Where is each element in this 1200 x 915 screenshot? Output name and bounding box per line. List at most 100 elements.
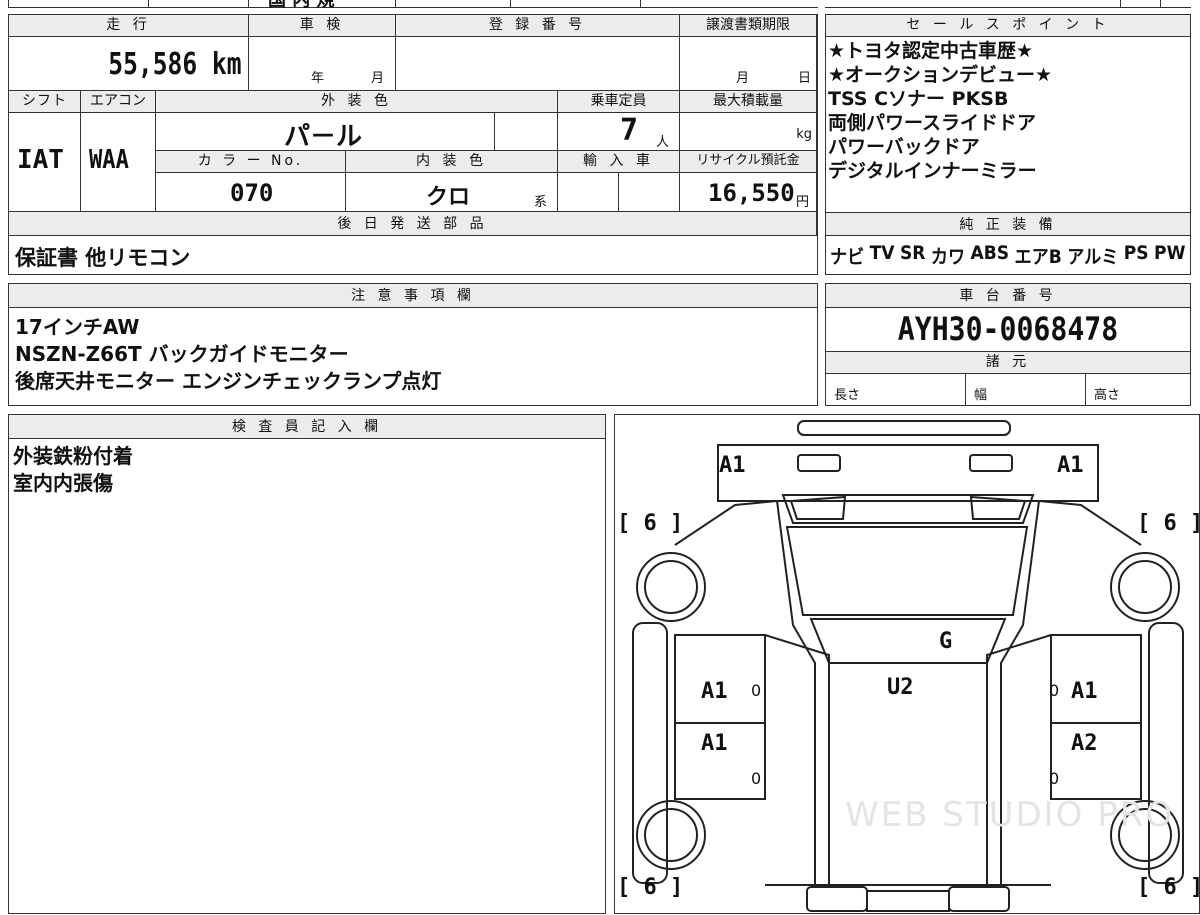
equipment-item: エアB [1014,246,1062,268]
equipment-header: 純 正 装 備 [826,212,1190,236]
chassis-number: AYH30-0068478 [897,310,1119,348]
equipment-item: ナビ [830,246,865,268]
sales-point-line: パワーバックドア [828,136,980,158]
import-cell-a [558,173,619,212]
note-line: NSZN-Z66T バックガイドモニター [15,342,349,366]
load-header: 最大積載量 [680,91,817,113]
shift-value: IAT [17,145,64,175]
transfer-header: 譲渡書類期限 [680,15,817,37]
chassis-box: 車 台 番 号 AYH30-0068478 諸 元 長さ 幅 高さ [825,283,1191,406]
load-unit: kg [796,127,812,142]
recycle-cell: 16,550 円 [680,173,817,212]
mark-zero-lr: 0 [751,769,762,788]
specs-header: 諸 元 [826,352,1190,374]
equipment-item: ABS [970,242,1010,264]
inspection-year: 年 [311,71,325,86]
car-diagram [632,420,1184,912]
shift-header: シフト [9,91,81,113]
notes-list: 17インチAW NSZN-Z66T バックガイドモニター 後席天井モニター エン… [15,314,441,395]
exterior-value: パ－ル [284,122,363,151]
aircon-cell: WAA [81,113,156,212]
mark-front-left: A1 [719,453,746,478]
spec-width-cell: 幅 [966,374,1086,405]
capacity-header: 乗車定員 [558,91,680,113]
spec-length-label: 長さ [834,388,861,403]
mark-roof-front: G [939,629,953,654]
chassis-cell: AYH30-0068478 [826,308,1190,352]
spec-height-cell: 高さ [1086,374,1190,405]
interior-value: クロ [426,185,471,210]
mark-left-rear-door: A1 [701,731,728,756]
mark-front-right: A1 [1057,453,1084,478]
inspection-cell: 年 月 [249,37,396,91]
mileage-header: 走 行 [9,15,249,37]
top-partial-text: 国 内 規 [268,0,335,11]
sales-point-line: デジタルインナーミラー [828,160,1037,182]
equipment-item: PW [1154,242,1186,264]
inspection-month: 月 [371,71,385,86]
load-cell: kg [680,113,817,151]
shift-cell: IAT [9,113,81,212]
sales-point-line: ★オークションデビュー★ [828,64,1053,86]
mark-right-front-door: A1 [1071,679,1098,704]
sales-point-line: ★トヨタ認定中古車歴★ [828,40,1034,62]
note-line: 後席天井モニター エンジンチェックランプ点灯 [15,369,442,393]
mark-rear-left-tire: [ 6 ] [617,875,684,900]
color-no-cell: 070 [156,173,346,212]
equipment-item: カワ [930,246,966,268]
sales-points-box: セ ー ル ス ポ イ ン ト ★トヨタ認定中古車歴★ ★オークションデビュー★… [825,14,1191,275]
mark-zero-rr: 0 [1049,769,1060,788]
sales-points-header: セ ー ル ス ポ イ ン ト [826,15,1190,37]
later-parts-header: 後 日 発 送 部 品 [9,212,817,236]
inspector-line: 室内内張傷 [13,471,113,495]
exterior-extra-cell [495,113,558,151]
exterior-header: 外 装 色 [156,91,558,113]
equipment-list: ナビ TV SR カワ ABS エアB アルミ PS PW [830,242,1186,269]
aircon-value: WAA [89,145,129,175]
inspector-header: 検 査 員 記 入 欄 [9,415,605,439]
transfer-cell: 月 日 [680,37,817,91]
capacity-cell: 7 人 [558,113,680,151]
color-no-value: 070 [230,179,274,207]
interior-suffix: 系 [534,195,548,210]
mark-rear-right-tire: [ 6 ] [1137,875,1200,900]
sales-point-line: TSS Cソナー PKSB [828,88,1009,110]
note-line: 17インチAW [15,315,140,339]
mark-zero-rf: 0 [1049,681,1060,700]
vehicle-info-table: 走 行 車 検 登 録 番 号 譲渡書類期限 55,586 km 年 月 月 日… [8,14,818,275]
equipment-item: TV [869,242,895,264]
inspector-line: 外装鉄粉付着 [13,444,133,468]
capacity-value: 7 [620,113,639,148]
interior-cell: クロ 系 [346,173,558,212]
chassis-header: 車 台 番 号 [826,284,1190,308]
top-strip: 国 内 規 [0,0,1200,11]
mark-roof-center: U2 [887,675,914,700]
recycle-unit: 円 [796,195,810,210]
import-cell-b [619,173,680,212]
diagram-watermark: WEB STUDIO PRO [845,795,1175,835]
spec-width-label: 幅 [974,388,988,403]
mileage-value: 55,586 km [108,47,242,82]
sales-point-line: 両側パワースライドドア [828,112,1037,134]
mark-left-front-door: A1 [701,679,728,704]
mileage-cell: 55,586 km [9,37,249,91]
recycle-value: 16,550 [708,179,795,207]
notes-header: 注 意 事 項 欄 [9,284,817,308]
mark-front-left-tire: [ 6 ] [617,511,684,536]
registration-cell [396,37,680,91]
later-parts-value: 保証書 他リモコン [15,246,191,270]
equipment-item: PS [1123,242,1149,264]
spec-length-cell: 長さ [826,374,966,405]
later-parts-cell: 保証書 他リモコン [9,236,817,274]
equipment-item: アルミ [1067,246,1119,268]
registration-header: 登 録 番 号 [396,15,680,37]
transfer-month: 月 [736,71,750,86]
recycle-header: リサイクル預託金 [680,151,817,173]
mark-zero-lf: 0 [751,681,762,700]
spec-height-label: 高さ [1094,388,1121,403]
equipment-item: SR [899,242,926,264]
car-diagram-box: WEB STUDIO PRO A1 A1 [ 6 ] [ 6 ] [ 6 ] [… [614,414,1200,914]
notes-box: 注 意 事 項 欄 17インチAW NSZN-Z66T バックガイドモニター 後… [8,283,818,406]
inspector-list: 外装鉄粉付着 室内内張傷 [13,443,133,497]
color-no-header: カ ラ ー No. [156,151,346,173]
